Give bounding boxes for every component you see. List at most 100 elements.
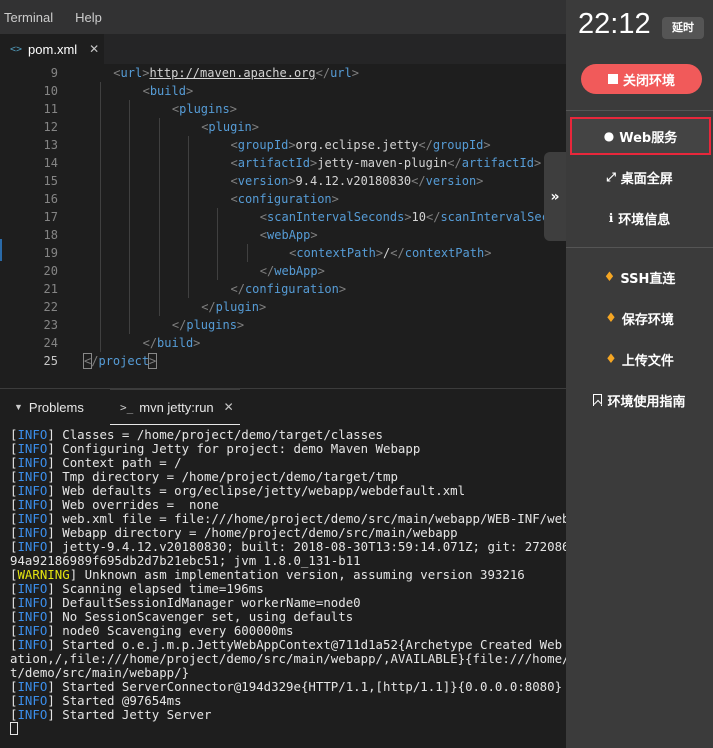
indent-guide xyxy=(187,280,189,298)
tab-terminal[interactable]: >_ mvn jetty:run ✕ xyxy=(110,389,240,425)
log-message: Scanning elapsed time=196ms xyxy=(54,581,264,596)
env-guide-button[interactable]: 环境使用指南 xyxy=(566,384,713,416)
code-editor[interactable]: 9 <url>http://maven.apache.org</url> 10 <bu… xyxy=(0,64,566,388)
xml-tag-name: plugin xyxy=(215,300,259,314)
chevron-down-icon: ▼ xyxy=(14,402,23,412)
desktop-fullscreen-button[interactable]: ⤢ 桌面全屏 xyxy=(566,161,713,193)
globe-icon: ● xyxy=(603,129,615,143)
indent-guide xyxy=(100,190,101,208)
indent-guide xyxy=(158,262,160,280)
indent-guide xyxy=(158,226,160,244)
upload-file-label: 上传文件 xyxy=(621,353,674,369)
terminal-line: [INFO] Started ServerConnector@194d329e{… xyxy=(10,679,563,694)
menu-terminal[interactable]: Terminal xyxy=(0,10,57,25)
log-level: INFO xyxy=(17,455,48,470)
code-token: </ xyxy=(418,138,433,152)
divider xyxy=(566,110,713,111)
web-service-button[interactable]: ● Web服务 xyxy=(570,117,711,155)
xml-tag-name: version xyxy=(237,174,289,188)
divider xyxy=(566,247,713,248)
editor-tab-pom-xml[interactable]: <> pom.xml ✕ xyxy=(0,34,104,64)
line-code: <artifactId>jetty-maven-plugin</artifact… xyxy=(231,154,542,172)
close-icon[interactable]: ✕ xyxy=(224,400,234,414)
terminal-line: [WARNING] Unknown asm implementation ver… xyxy=(10,567,525,582)
tab-problems[interactable]: ▼ Problems xyxy=(14,389,84,425)
code-token: 10 xyxy=(411,210,426,224)
log-message: Web overrides = none xyxy=(54,497,219,512)
log-level: INFO xyxy=(17,497,48,512)
code-token: < xyxy=(113,66,121,80)
code-token: > xyxy=(476,174,484,188)
delay-button[interactable]: 延时 xyxy=(662,17,704,39)
line-code: <plugin> xyxy=(201,118,259,136)
line-code: </plugin> xyxy=(201,298,266,316)
ssh-connect-button[interactable]: ♦ SSH直连 xyxy=(566,261,713,293)
indent-guide xyxy=(129,226,131,244)
code-line: 17 <scanIntervalSeconds>10</scanIntervalS… xyxy=(0,208,566,226)
line-code: </webApp> xyxy=(260,262,325,280)
terminal-line: [INFO] Context path = / xyxy=(10,455,182,470)
code-token: > xyxy=(288,174,296,188)
line-number: 11 xyxy=(43,102,58,116)
ssh-connect-label: SSH直连 xyxy=(620,271,676,287)
code-token: org.eclipse.jetty xyxy=(295,138,419,152)
session-clock: 22:12 xyxy=(578,8,651,40)
code-token: < xyxy=(142,84,150,98)
close-icon[interactable]: ✕ xyxy=(89,42,99,56)
code-token: > xyxy=(251,120,260,134)
log-message: Started ServerConnector@194d329e{HTTP/1.… xyxy=(54,679,563,694)
xml-tag-name: artifactId xyxy=(237,156,310,170)
log-level: INFO xyxy=(17,707,48,722)
xml-tag-name: contextPath xyxy=(404,246,485,260)
terminal-prompt[interactable] xyxy=(10,722,566,736)
line-code: <configuration> xyxy=(231,190,339,208)
save-environment-button[interactable]: ♦ 保存环境 xyxy=(566,302,713,334)
upload-file-button[interactable]: ♦ 上传文件 xyxy=(566,343,713,375)
line-number: 16 xyxy=(43,192,58,206)
indent-guide xyxy=(100,154,101,172)
indent-guide xyxy=(217,262,219,280)
terminal-line: [INFO] Classes = /home/project/demo/targ… xyxy=(10,428,384,442)
line-code: <url>http://maven.apache.org</url> xyxy=(113,64,359,82)
terminal-line: [INFO] DefaultSessionIdManager workerNam… xyxy=(10,595,361,610)
code-line: 11 <plugins> xyxy=(0,100,566,118)
indent-guide xyxy=(100,82,101,100)
code-line: 15 <version>9.4.12.v20180830</version> xyxy=(0,172,566,190)
log-message: Unknown asm implementation version, assu… xyxy=(77,567,525,582)
tab-terminal-label: mvn jetty:run xyxy=(139,399,214,415)
xml-tag-name: configuration xyxy=(244,282,339,296)
stop-icon xyxy=(607,74,618,84)
menu-bar: Terminal Help xyxy=(0,0,566,34)
env-info-button[interactable]: ℹ 环境信息 xyxy=(566,202,713,234)
code-line: 14 <artifactId>jetty-maven-plugin</artifa… xyxy=(0,154,566,172)
env-guide-label: 环境使用指南 xyxy=(607,394,686,410)
log-level: INFO xyxy=(17,539,48,554)
terminal-line: [INFO] Tmp directory = /home/project/dem… xyxy=(10,469,398,484)
indent-guide xyxy=(100,136,101,154)
indent-guide xyxy=(129,208,131,226)
terminal-line: [INFO] Web overrides = none xyxy=(10,497,219,512)
menu-help[interactable]: Help xyxy=(71,10,106,25)
terminal-line: [INFO] Configuring Jetty for project: de… xyxy=(10,441,421,456)
xml-tag-name: scanIntervalSeconds xyxy=(267,210,405,224)
terminal-line: [INFO] Started o.e.j.m.p.JettyWebAppCont… xyxy=(10,638,566,652)
log-message: web.xml file = file:///home/project/demo… xyxy=(54,511,566,526)
indent-guide xyxy=(129,136,131,154)
terminal-output[interactable]: [INFO] Classes = /home/project/demo/targ… xyxy=(10,428,566,736)
code-line: 24 </build> xyxy=(0,334,566,352)
indent-guide xyxy=(129,118,131,136)
code-line: 21 </configuration> xyxy=(0,280,566,298)
line-code: </configuration> xyxy=(231,280,347,298)
indent-guide xyxy=(100,280,101,298)
indent-guide xyxy=(187,208,189,226)
xml-tag-name: artifactId xyxy=(461,156,534,170)
expand-panel-handle[interactable]: » xyxy=(544,152,566,241)
indent-guide xyxy=(100,172,101,190)
terminal-line: [INFO] Started @97654ms xyxy=(10,693,182,708)
close-environment-button[interactable]: 关闭环境 xyxy=(581,64,702,94)
indent-guide xyxy=(129,298,131,316)
line-number: 22 xyxy=(43,300,58,314)
code-token: > xyxy=(310,228,318,242)
indent-guide xyxy=(158,244,160,262)
indent-guide xyxy=(129,172,131,190)
